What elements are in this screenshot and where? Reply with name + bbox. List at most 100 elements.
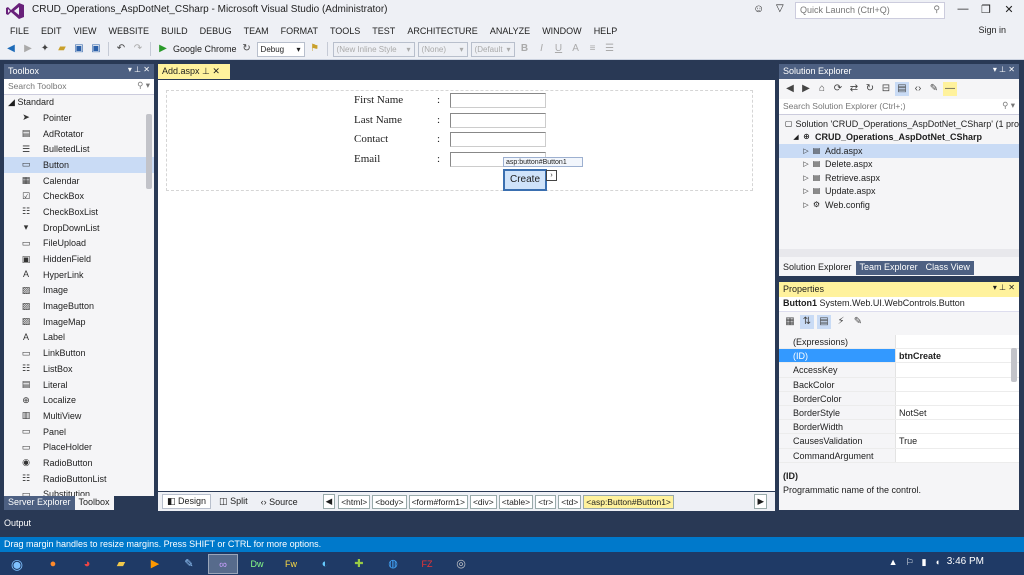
collapsed-triangle-icon[interactable]: ▷ (801, 174, 811, 182)
menu-help[interactable]: HELP (588, 26, 624, 36)
globe-app-icon[interactable]: ◍ (378, 554, 408, 574)
save-all-icon[interactable]: ▣ (89, 42, 103, 56)
browser-select[interactable]: Google Chrome (173, 44, 237, 54)
property-row[interactable]: BorderWidth (779, 420, 1019, 435)
target-rule-select[interactable]: (None) ▾ (417, 41, 468, 57)
clock[interactable]: 3:46 PM (947, 556, 984, 567)
style-select[interactable]: (New Inline Style ▾ (332, 41, 415, 57)
toolbox-item-multiview[interactable]: ▥ MultiView (4, 408, 154, 424)
menu-edit[interactable]: EDIT (35, 26, 68, 36)
breadcrumb-tag[interactable]: <html> (338, 494, 371, 509)
tab-solution-explorer[interactable]: Solution Explorer (779, 261, 856, 275)
pin-icon[interactable]: ⊥ (202, 66, 210, 76)
toolbox-item-imagemap[interactable]: ▨ ImageMap (4, 314, 154, 330)
breadcrumb-tag[interactable]: <asp:Button#Button1> (583, 494, 674, 509)
tree-solution[interactable]: ▢ Solution 'CRUD_Operations_AspDotNet_CSh… (779, 117, 1019, 131)
view-code-icon[interactable]: ‹› (911, 82, 925, 96)
toolbox-item-radiobuttonlist[interactable]: ☷ RadioButtonList (4, 471, 154, 487)
tab-class-view[interactable]: Class View (921, 261, 974, 275)
property-row[interactable]: CausesValidation True (779, 434, 1019, 449)
tab-team-explorer[interactable]: Team Explorer (855, 261, 922, 275)
breadcrumb-tag[interactable]: <form#form1> (408, 494, 468, 509)
property-value[interactable] (896, 335, 1019, 349)
menu-format[interactable]: FORMAT (275, 26, 324, 36)
forward-icon[interactable]: ▶ (799, 82, 813, 96)
tree-file[interactable]: ▷ ▤ Add.aspx (779, 144, 1019, 158)
last-name-input[interactable] (450, 113, 546, 128)
scroll-left-icon[interactable]: ◀ (322, 494, 336, 509)
restore-button[interactable]: ❐ (977, 3, 995, 17)
categorized-icon[interactable]: ▦ (783, 315, 797, 329)
alphabetical-icon[interactable]: ⇅ (800, 314, 814, 329)
toolbox-item-localize[interactable]: ⊕ Localize (4, 392, 154, 408)
property-row[interactable]: AccessKey (779, 363, 1019, 378)
smart-tag-chevron-icon[interactable]: › (546, 170, 557, 181)
visual-studio-icon[interactable]: ∞ (208, 553, 238, 574)
breadcrumb-tag[interactable]: <div> (469, 494, 497, 509)
menu-test[interactable]: TEST (366, 26, 401, 36)
solution-search-input[interactable]: Search Solution Explorer (Ctrl+;) ⚲ ▾ (779, 99, 1019, 115)
breadcrumb-tag[interactable]: <body> (372, 494, 407, 509)
property-value[interactable] (896, 363, 1019, 377)
refresh-icon[interactable]: ↻ (863, 82, 877, 96)
tab-toolbox[interactable]: Toolbox (74, 496, 114, 510)
property-value[interactable] (896, 448, 1019, 462)
fireworks-icon[interactable]: Fw (276, 554, 306, 574)
underline-icon[interactable]: U (552, 42, 566, 56)
toolbox-item-checkbox[interactable]: ☑ CheckBox (4, 188, 154, 204)
properties-icon[interactable]: ✎ (927, 82, 941, 96)
menu-tools[interactable]: TOOLS (324, 26, 366, 36)
media-player-icon[interactable]: ▶ (140, 554, 170, 574)
chrome-icon[interactable]: ◕ (72, 554, 102, 574)
toolbox-item-hiddenfield[interactable]: ▣ HiddenField (4, 251, 154, 267)
pane-controls[interactable]: ▾ ⊥ ✕ (128, 65, 150, 74)
property-pages-icon[interactable]: ✎ (851, 315, 865, 329)
network-app-icon[interactable]: ◎ (446, 554, 476, 574)
flag-icon[interactable]: ⚐ (906, 557, 914, 568)
properties-view-icon[interactable]: ▤ (817, 314, 831, 329)
property-value[interactable]: True (896, 434, 1019, 448)
property-value[interactable] (896, 391, 1019, 405)
align-icon[interactable]: ≡ (586, 42, 600, 56)
property-row[interactable]: BorderStyle NotSet (779, 405, 1019, 421)
minimize-button[interactable]: — (954, 3, 972, 17)
collapsed-triangle-icon[interactable]: ▷ (801, 201, 811, 209)
close-icon[interactable]: ✕ (212, 66, 220, 76)
breadcrumb-tag[interactable]: <tr> (535, 494, 557, 509)
pane-controls[interactable]: ▾ ⊥ ✕ (993, 65, 1015, 74)
quick-launch-input[interactable]: Quick Launch (Ctrl+Q) ⚲ (795, 2, 945, 19)
toolbox-item-radiobutton[interactable]: ◉ RadioButton (4, 455, 154, 471)
view-split-button[interactable]: ◫ Split (214, 494, 253, 509)
solution-hscrollbar[interactable] (779, 249, 1019, 257)
breadcrumb-tag[interactable]: <td> (558, 494, 582, 509)
view-source-button[interactable]: ‹› Source (256, 495, 303, 509)
toolbox-item-panel[interactable]: ▭ Panel (4, 424, 154, 440)
properties-scrollbar[interactable] (1011, 348, 1017, 382)
forward-icon[interactable]: ▶ (21, 42, 35, 56)
output-tab[interactable]: Output (0, 515, 1024, 536)
property-value[interactable] (896, 377, 1019, 391)
toolbox-search-input[interactable]: Search Toolbox ⚲ ▾ (4, 79, 154, 95)
create-button[interactable]: Create (503, 169, 547, 191)
tray-up-icon[interactable]: ▲ (889, 557, 898, 568)
android-icon[interactable]: ✚ (344, 554, 374, 574)
collapsed-triangle-icon[interactable]: ▷ (801, 187, 811, 195)
open-icon[interactable]: ▰ (55, 42, 69, 56)
new-project-icon[interactable]: ✦ (38, 42, 52, 56)
tree-file[interactable]: ▷ ▤ Retrieve.aspx (779, 171, 1019, 185)
tab-server-explorer[interactable]: Server Explorer (4, 496, 75, 510)
menu-debug[interactable]: DEBUG (194, 26, 238, 36)
collapsed-triangle-icon[interactable]: ▷ (801, 147, 811, 155)
menu-architecture[interactable]: ARCHITECTURE (401, 26, 484, 36)
list-icon[interactable]: ☰ (603, 42, 617, 56)
refresh-icon[interactable]: ↻ (240, 42, 254, 56)
font-select[interactable]: (Default ▾ (470, 41, 515, 57)
toolbox-item-bulletedlist[interactable]: ☰ BulletedList (4, 141, 154, 157)
save-icon[interactable]: ▣ (72, 42, 86, 56)
configuration-select[interactable]: Debug ▾ (256, 41, 305, 57)
toolbox-item-checkboxlist[interactable]: ☷ CheckBoxList (4, 204, 154, 220)
menu-build[interactable]: BUILD (155, 26, 194, 36)
toolbox-item-dropdownlist[interactable]: ▾ DropDownList (4, 220, 154, 236)
toolbox-item-label[interactable]: A Label (4, 330, 154, 346)
show-all-files-icon[interactable]: ▤ (895, 82, 909, 96)
